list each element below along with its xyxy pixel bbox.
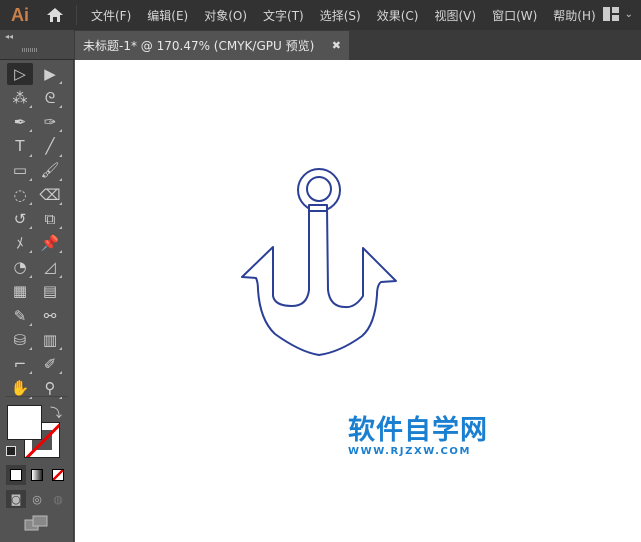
watermark: 软件自学网 WWW.RJZXW.COM xyxy=(348,416,488,458)
watermark-title: 软件自学网 xyxy=(348,415,488,446)
anchor-body xyxy=(241,206,397,356)
anchor-artwork[interactable] xyxy=(0,0,641,542)
anchor-ring-inner xyxy=(306,176,332,202)
anchor-collar xyxy=(308,204,328,212)
watermark-url: WWW.RJZXW.COM xyxy=(348,446,472,457)
fill-swatch[interactable] xyxy=(7,405,42,440)
